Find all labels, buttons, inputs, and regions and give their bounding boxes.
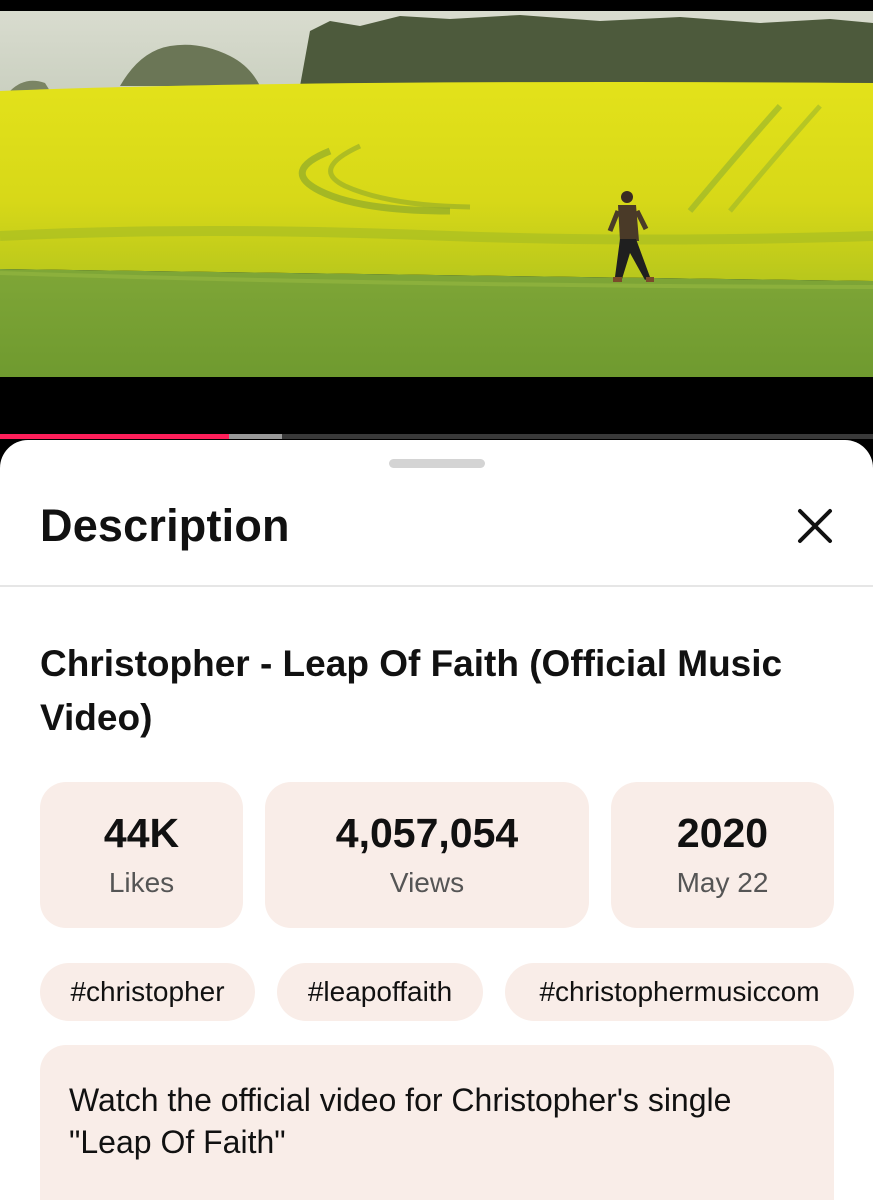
views-count: 4,057,054 xyxy=(335,810,519,856)
description-sheet: Description Christopher - Leap Of Faith … xyxy=(0,440,873,1200)
likes-count: 44K xyxy=(103,810,180,856)
drag-handle[interactable] xyxy=(389,459,485,468)
close-button[interactable] xyxy=(792,503,838,549)
video-frame[interactable] xyxy=(0,11,873,377)
views-stat: 4,057,054 Views xyxy=(265,782,589,928)
publish-year: 2020 xyxy=(676,810,769,856)
hashtag-chip[interactable]: #christopher xyxy=(40,963,255,1021)
date-stat: 2020 May 22 xyxy=(611,782,834,928)
likes-label: Likes xyxy=(108,867,175,898)
progress-played xyxy=(0,434,229,439)
description-text: Watch the official video for Christopher… xyxy=(69,1082,732,1160)
description-box[interactable]: Watch the official video for Christopher… xyxy=(40,1045,834,1200)
video-progress-bar[interactable] xyxy=(0,434,873,439)
divider xyxy=(0,585,873,587)
sheet-title: Description xyxy=(40,500,290,551)
publish-date: May 22 xyxy=(676,867,769,898)
video-title: Christopher - Leap Of Faith (Official Mu… xyxy=(40,643,783,738)
hashtag-chip[interactable]: #leapoffaith xyxy=(277,963,483,1021)
video-thumbnail-image xyxy=(0,11,873,377)
views-label: Views xyxy=(389,867,465,898)
video-player[interactable] xyxy=(0,0,873,440)
close-icon xyxy=(798,509,832,543)
likes-stat: 44K Likes xyxy=(40,782,243,928)
hashtag-chip[interactable]: #christophermusiccom xyxy=(505,963,854,1021)
